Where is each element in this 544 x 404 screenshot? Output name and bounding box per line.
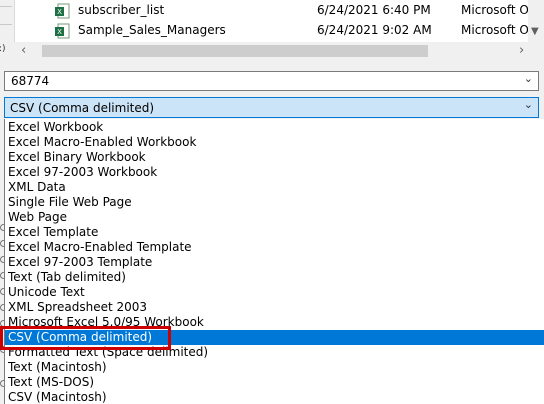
type-option[interactable]: Web Page (5, 210, 544, 225)
type-option[interactable]: CSV (Macintosh) (5, 390, 544, 404)
scroll-right-icon[interactable]: › (519, 43, 524, 58)
type-option[interactable]: Single File Web Page (5, 195, 544, 210)
scroll-down-icon[interactable]: ▼ (531, 26, 539, 37)
type-option[interactable]: Text (MS-DOS) (5, 375, 544, 390)
type-option[interactable]: Microsoft Excel 5.0/95 Workbook (5, 315, 544, 330)
file-type: Microsoft Of (461, 3, 534, 17)
excel-file-icon: X (55, 23, 70, 39)
horizontal-scrollbar[interactable]: ‹ › (14, 42, 544, 60)
vertical-scrollbar[interactable]: ▼ (528, 0, 544, 42)
file-type: Microsoft Of (461, 23, 534, 37)
file-date: 6/24/2021 9:02 AM (317, 23, 432, 37)
type-option[interactable]: XML Spreadsheet 2003 (5, 300, 544, 315)
type-option[interactable]: Text (Macintosh) (5, 360, 544, 375)
type-option[interactable]: Excel Macro-Enabled Template (5, 240, 544, 255)
file-row[interactable]: X Sample_Sales_Managers 6/24/2021 9:02 A… (54, 20, 534, 42)
file-list: :) X subscriber_list 6/24/2021 6:40 PM M… (0, 0, 544, 60)
type-option[interactable]: Excel Template (5, 225, 544, 240)
save-as-type-list: Excel Workbook Excel Macro-Enabled Workb… (4, 119, 544, 404)
type-option-selected[interactable]: CSV (Comma delimited) (5, 330, 544, 345)
type-option[interactable]: Excel Binary Workbook (5, 150, 544, 165)
file-name-value: 68774 (11, 74, 50, 88)
save-as-type-combobox[interactable]: CSV (Comma delimited) ⌄ (4, 97, 539, 118)
type-option[interactable]: Excel Workbook (5, 120, 544, 135)
svg-text:X: X (57, 8, 62, 16)
nav-pane-label: :) (0, 44, 6, 54)
type-option[interactable]: Formatted Text (Space delimited) (5, 345, 544, 360)
type-option[interactable]: Unicode Text (5, 285, 544, 300)
scrollbar-thumb[interactable] (42, 45, 428, 57)
type-option[interactable]: Excel 97-2003 Template (5, 255, 544, 270)
file-name-combobox[interactable]: 68774 ⌄ (4, 71, 539, 91)
file-row[interactable]: X subscriber_list 6/24/2021 6:40 PM Micr… (54, 0, 534, 22)
scroll-left-icon[interactable]: ‹ (21, 43, 26, 58)
excel-file-icon: X (55, 3, 70, 19)
file-name: Sample_Sales_Managers (78, 23, 226, 37)
type-option[interactable]: Excel 97-2003 Workbook (5, 165, 544, 180)
type-option[interactable]: Excel Macro-Enabled Workbook (5, 135, 544, 150)
navigation-pane-edge: :) (0, 0, 15, 60)
file-date: 6/24/2021 6:40 PM (317, 3, 431, 17)
chevron-down-icon[interactable]: ⌄ (524, 98, 533, 111)
chevron-down-icon[interactable]: ⌄ (524, 72, 533, 85)
save-as-type-value: CSV (Comma delimited) (10, 101, 155, 115)
svg-text:X: X (57, 28, 62, 36)
file-name: subscriber_list (78, 3, 165, 17)
type-option[interactable]: XML Data (5, 180, 544, 195)
type-option[interactable]: Text (Tab delimited) (5, 270, 544, 285)
